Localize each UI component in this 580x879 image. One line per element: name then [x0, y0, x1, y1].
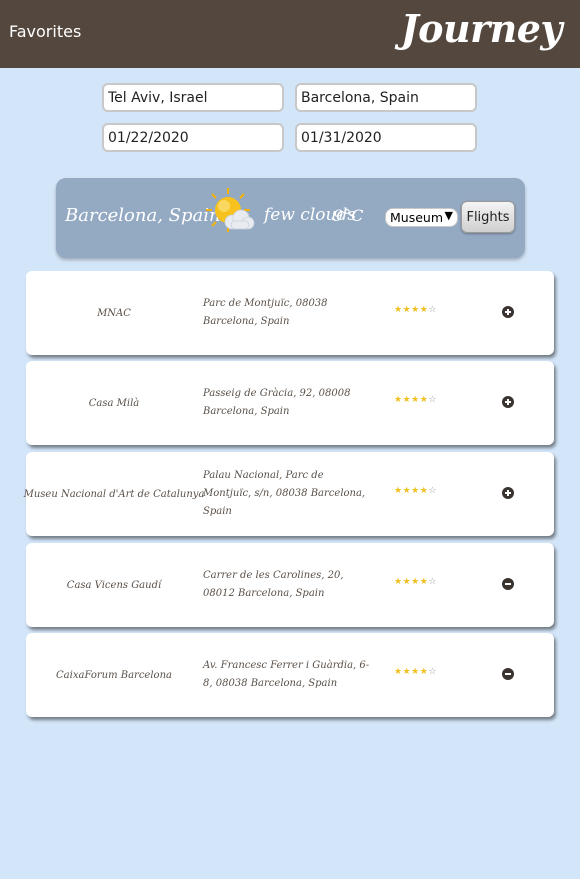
star-empty-icon: ☆ — [428, 577, 437, 587]
star-rating: ★★★★☆ — [394, 305, 437, 315]
category-select[interactable]: Museum ▼ — [385, 208, 458, 227]
category-select-value: Museum — [390, 210, 444, 225]
star-icon: ★ — [394, 577, 403, 587]
star-empty-icon: ☆ — [428, 667, 437, 677]
place-address: Carrer de les Carolines, 20, 08012 Barce… — [203, 570, 344, 599]
weather-city: Barcelona, Spain — [65, 205, 221, 226]
remove-favorite-button[interactable] — [502, 578, 514, 590]
star-rating: ★★★★☆ — [394, 577, 437, 587]
place-address: Palau Nacional, Parc de Montjuïc, s/n, 0… — [203, 470, 366, 517]
return-date-input[interactable] — [295, 123, 477, 152]
dropdown-arrow-icon: ▼ — [444, 209, 453, 222]
place-card: MNAC Parc de Montjuïc, 08038 Barcelona, … — [26, 271, 554, 355]
place-card: CaixaForum Barcelona Av. Francesc Ferrer… — [26, 633, 554, 717]
star-icon: ★ — [394, 667, 403, 677]
place-name: CaixaForum Barcelona — [56, 669, 172, 681]
destination-input[interactable] — [295, 83, 477, 112]
star-icon: ★ — [394, 395, 403, 405]
add-favorite-button[interactable] — [502, 487, 514, 499]
favorites-link[interactable]: Favorites — [9, 22, 81, 41]
star-icon: ★ — [402, 667, 412, 677]
brand-logo[interactable]: Journey — [401, 6, 563, 51]
star-icon: ★ — [411, 577, 420, 587]
star-icon: ★ — [394, 486, 403, 496]
star-icon: ★ — [411, 667, 420, 677]
flights-button[interactable]: Flights — [461, 201, 515, 233]
few-clouds-icon — [206, 188, 255, 232]
place-card: Museu Nacional d'Art de Catalunya Palau … — [23, 452, 554, 536]
origin-input[interactable] — [102, 83, 284, 112]
place-card: Casa Milà Passeig de Gràcia, 92, 08008 B… — [26, 361, 554, 445]
place-name: Casa Milà — [88, 397, 140, 409]
depart-date-input[interactable] — [102, 123, 284, 152]
star-icon: ★ — [402, 577, 412, 587]
top-bar: Favorites Journey — [0, 0, 580, 68]
star-icon: ★ — [394, 305, 403, 315]
place-address: Passeig de Gràcia, 92, 08008 Barcelona, … — [203, 388, 351, 417]
place-address: Av. Francesc Ferrer i Guàrdia, 6-8, 0803… — [203, 660, 370, 689]
add-favorite-button[interactable] — [502, 306, 514, 318]
place-name: Casa Vicens Gaudí — [66, 579, 162, 591]
place-name: MNAC — [97, 307, 131, 319]
weather-banner: Barcelona, Spain few clouds 9°C Museum ▼… — [56, 178, 525, 258]
star-icon: ★ — [411, 395, 420, 405]
add-favorite-button[interactable] — [502, 396, 514, 408]
star-empty-icon: ☆ — [428, 395, 437, 405]
place-name: Museu Nacional d'Art de Catalunya — [23, 488, 205, 500]
minus-icon — [505, 583, 511, 585]
star-rating: ★★★★☆ — [394, 667, 437, 677]
remove-favorite-button[interactable] — [502, 668, 514, 680]
weather-temperature: 9°C — [333, 206, 364, 225]
place-card: Casa Vicens Gaudí Carrer de les Caroline… — [26, 543, 554, 627]
star-rating: ★★★★☆ — [394, 486, 437, 496]
star-empty-icon: ☆ — [428, 486, 437, 496]
place-address: Parc de Montjuïc, 08038 Barcelona, Spain — [203, 298, 328, 327]
star-icon: ★ — [411, 486, 420, 496]
star-rating: ★★★★☆ — [394, 395, 437, 405]
minus-icon — [505, 673, 511, 675]
star-icon: ★ — [402, 305, 412, 315]
star-icon: ★ — [411, 305, 420, 315]
star-empty-icon: ☆ — [428, 305, 437, 315]
star-icon: ★ — [402, 486, 412, 496]
star-icon: ★ — [402, 395, 412, 405]
